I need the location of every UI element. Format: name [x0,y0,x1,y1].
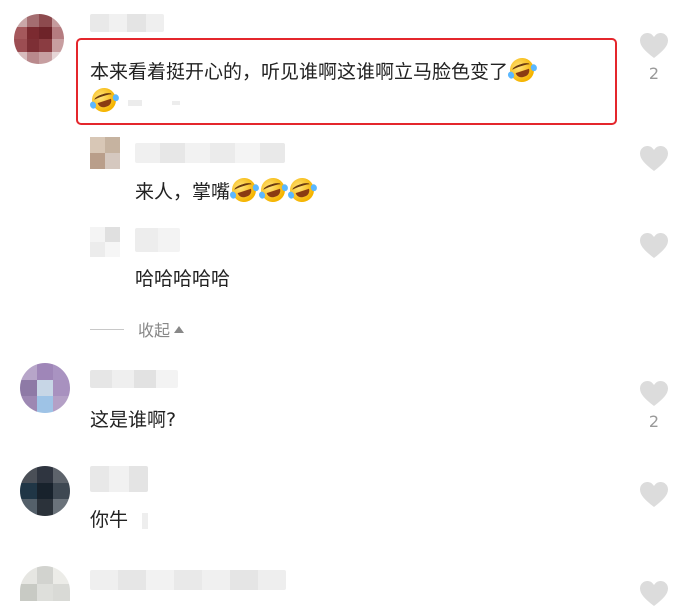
like-count: 2 [648,412,660,431]
like-button[interactable] [639,580,669,608]
avatar[interactable] [20,466,70,516]
like-button[interactable] [639,32,669,60]
reply-text: 来人，掌嘴 [135,174,318,206]
rofl-emoji-icon [88,84,120,116]
like-button[interactable] [639,232,669,260]
divider [90,328,124,330]
heart-icon [640,33,668,58]
username-blurred[interactable] [90,466,148,492]
rofl-emoji-icon [286,174,318,206]
heart-icon [640,233,668,258]
heart-icon [640,381,668,406]
rofl-emoji-icon [228,174,260,206]
avatar[interactable] [20,566,70,601]
collapse-label: 收起 [138,321,171,340]
comment-text: 本来看着挺开心的，听见谁啊这谁啊立马脸色变了 [90,54,610,86]
heart-icon [640,146,668,171]
like-button[interactable] [639,380,669,408]
comment-text-line2 [88,84,181,116]
comment-text-line: 你牛 [90,509,129,531]
comment-text: 你牛 [90,507,149,533]
blurred-fragment [142,512,149,529]
blurred-fragment [128,99,143,106]
collapse-replies-button[interactable]: 收起 [90,317,185,341]
blurred-fragment [172,100,181,105]
username-blurred[interactable] [135,143,285,163]
avatar[interactable] [20,363,70,413]
username-blurred[interactable] [135,228,180,252]
caret-up-icon [174,325,185,333]
username-blurred[interactable] [90,570,286,590]
rofl-emoji-icon [257,174,289,206]
heart-icon [640,482,668,507]
heart-icon [640,581,668,606]
comment-text: 这是谁啊? [90,409,177,431]
like-count: 2 [648,64,660,83]
reply-text-line: 来人，掌嘴 [135,181,231,203]
username-blurred[interactable] [90,14,164,32]
comment-text-line: 本来看着挺开心的，听见谁啊这谁啊立马脸色变了 [90,61,509,83]
avatar[interactable] [14,14,64,64]
like-button[interactable] [639,481,669,509]
reply-text: 哈哈哈哈哈 [135,268,231,290]
like-button[interactable] [639,145,669,173]
username-blurred[interactable] [90,370,178,388]
avatar[interactable] [90,227,120,257]
rofl-emoji-icon [506,54,538,86]
avatar[interactable] [90,137,120,169]
